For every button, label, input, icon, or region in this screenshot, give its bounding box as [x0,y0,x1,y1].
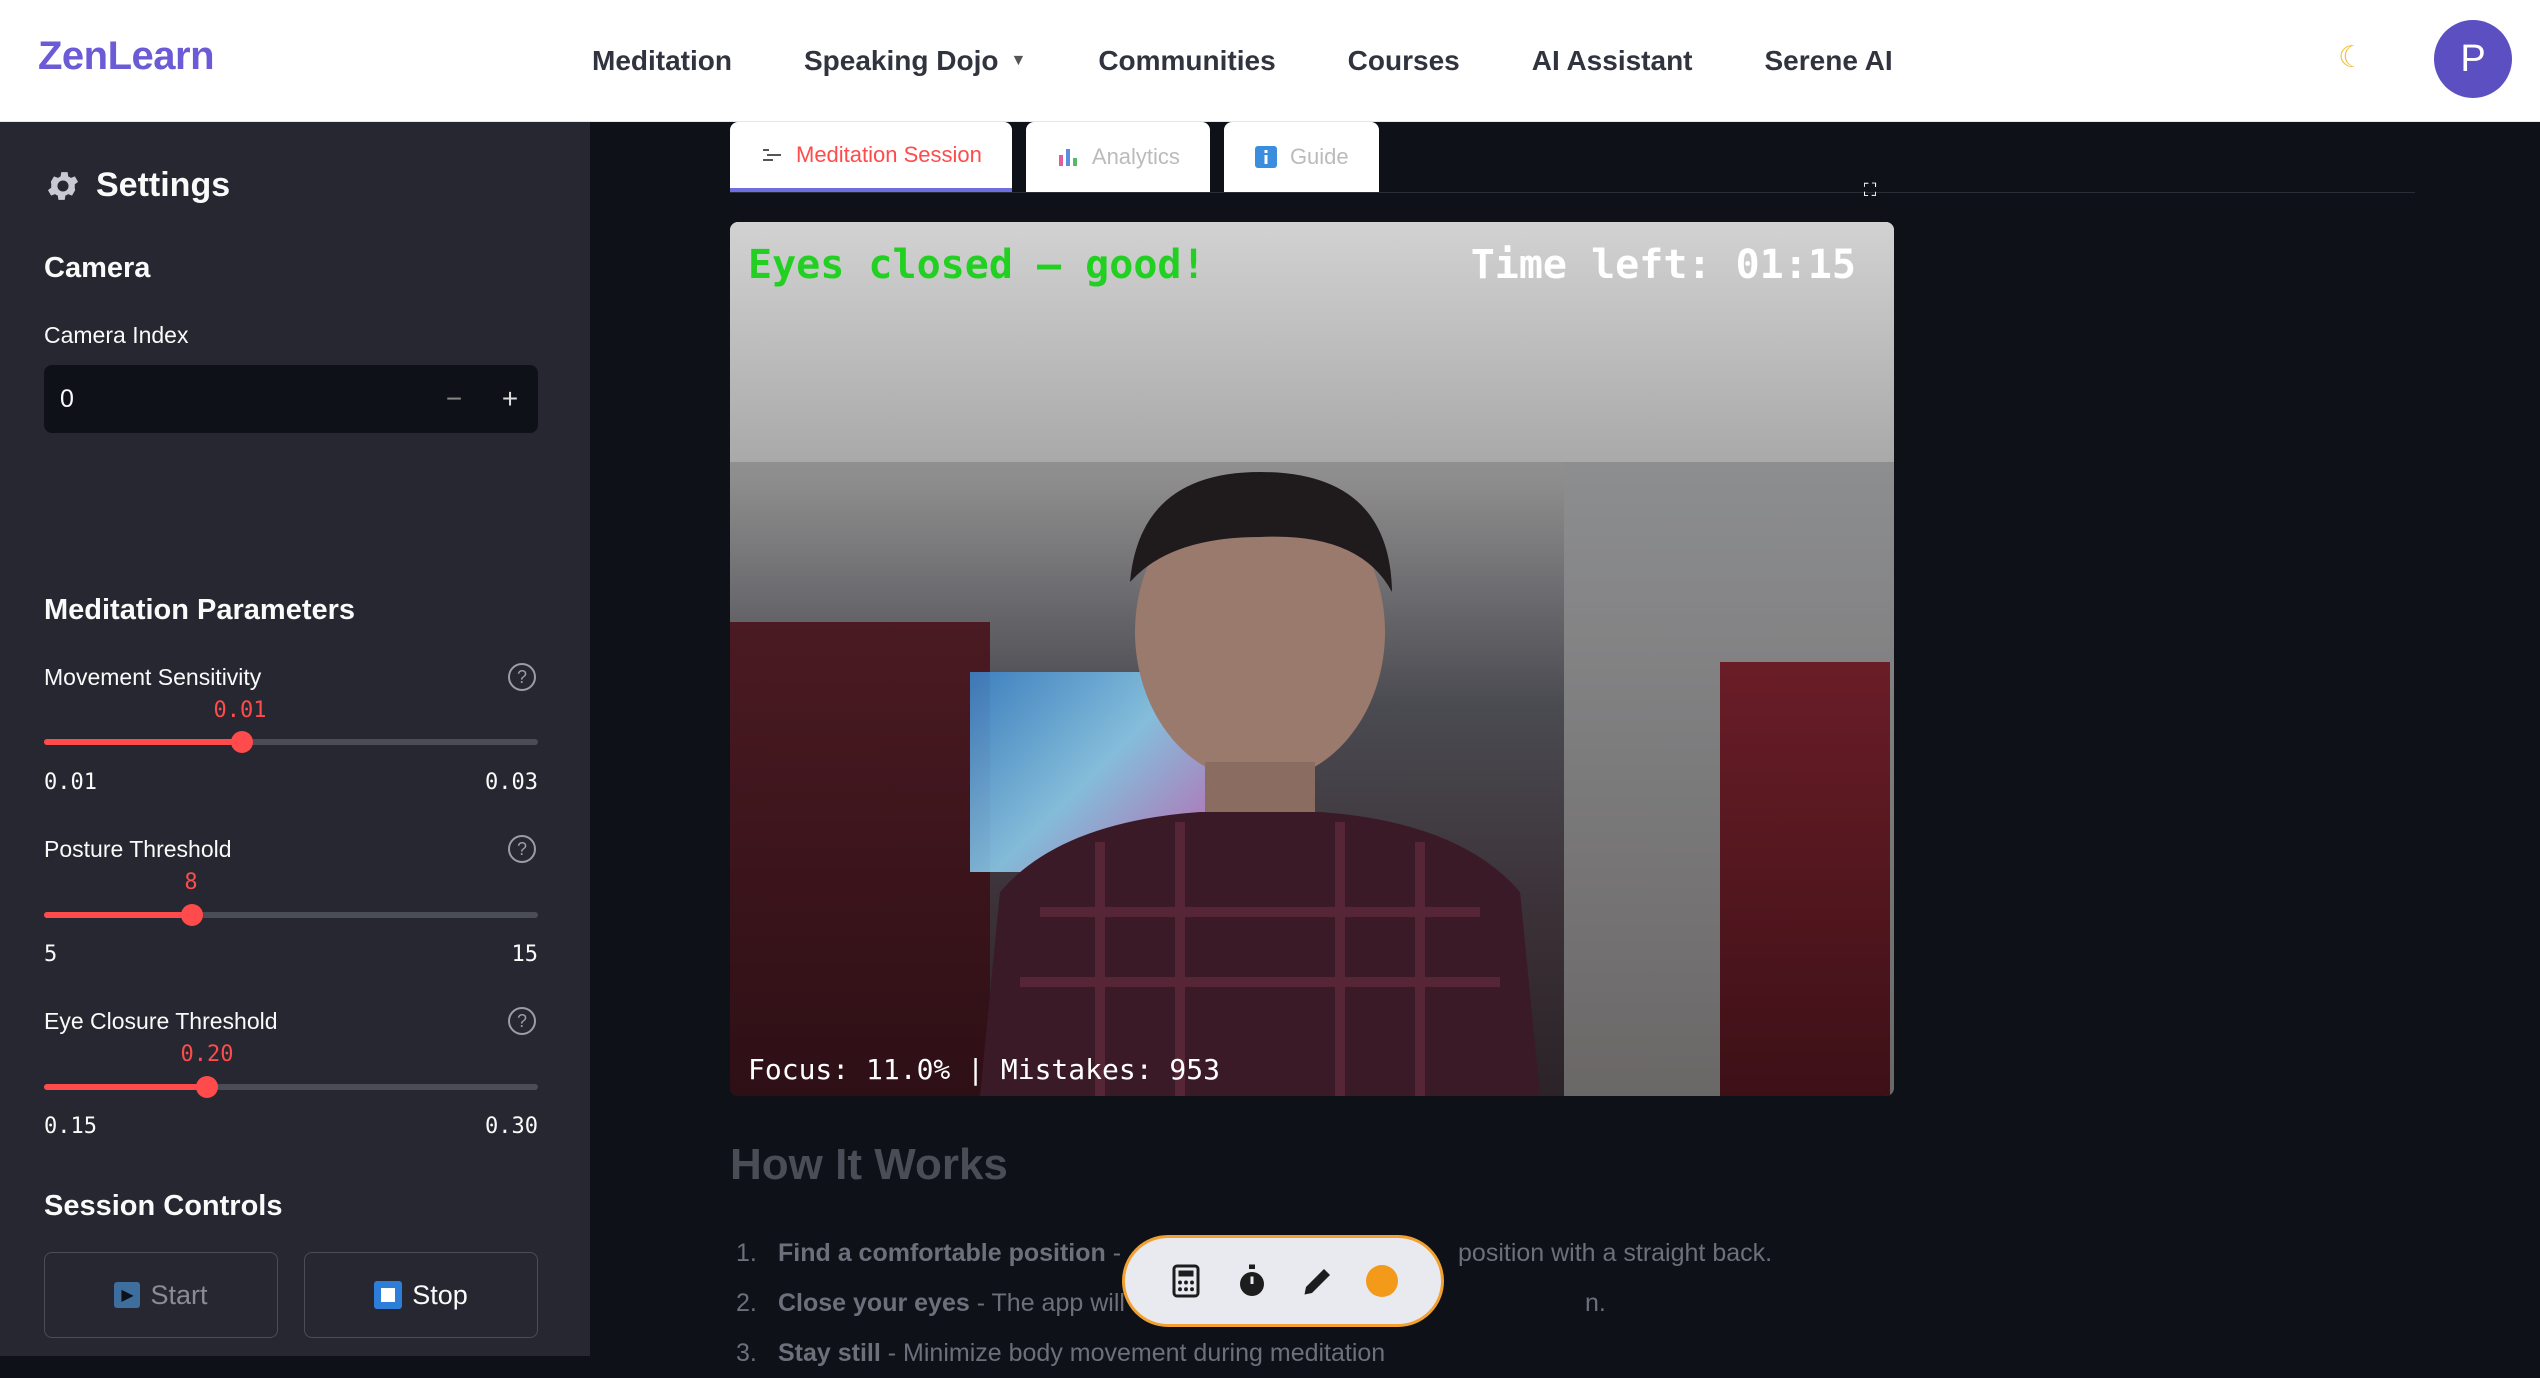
nav-link-serene-ai[interactable]: Serene AI [1765,45,1893,77]
brand-logo[interactable]: ZenLearn [38,34,215,79]
movement-sensitivity-value: 0.01 [213,698,267,723]
increment-button[interactable]: + [482,365,538,433]
meditation-icon [763,149,781,161]
play-icon: ▶ [114,1282,141,1308]
tab-label: Meditation Session [796,142,982,167]
nav-link-communities[interactable]: Communities [1098,45,1275,77]
tab-guide[interactable]: Guide [1223,122,1379,192]
session-controls-heading: Session Controls [44,1190,283,1222]
movement-sensitivity-slider[interactable] [44,731,538,753]
movement-sensitivity-max: 0.03 [485,770,538,795]
stop-button[interactable]: Stop [304,1252,538,1338]
nav-link-meditation[interactable]: Meditation [592,45,732,77]
camera-heading: Camera [44,252,151,284]
time-left-overlay: Time left: 01:15 [1470,242,1856,288]
slider-thumb[interactable] [181,904,204,926]
camera-index-input[interactable]: 0 [44,385,426,414]
slider-thumb[interactable] [196,1076,219,1098]
movement-sensitivity-min: 0.01 [44,770,97,795]
help-icon[interactable]: ? [508,663,536,691]
gear-icon [47,171,79,200]
decrement-button[interactable]: − [426,365,482,433]
camera-feed: Eyes closed — good! Time left: 01:15 Foc… [730,222,1894,1096]
help-icon[interactable]: ? [508,1007,536,1035]
help-icon[interactable]: ? [508,835,536,863]
bar-chart-icon [1058,149,1077,166]
caret-down-icon: ▼ [1010,52,1027,69]
how-it-works-heading: How It Works [730,1140,1008,1189]
stop-icon [374,1281,403,1309]
eye-status-overlay: Eyes closed — good! [748,242,1206,288]
tab-label: Analytics [1091,144,1180,169]
tab-analytics[interactable]: Analytics [1025,122,1210,192]
info-icon [1254,146,1277,168]
posture-threshold-min: 5 [44,942,58,967]
nav-link-ai-assistant[interactable]: AI Assistant [1532,45,1693,77]
pencil-icon[interactable] [1300,1263,1336,1299]
tab-divider [730,192,2415,193]
eye-closure-threshold-min: 0.15 [44,1114,97,1139]
fullscreen-icon[interactable]: ⛶ [1858,178,1882,202]
tab-label: Guide [1289,144,1349,169]
posture-threshold-label: Posture Threshold [44,836,232,862]
focus-stats-overlay: Focus: 11.0% | Mistakes: 953 [748,1053,1221,1086]
start-button[interactable]: ▶ Start [44,1252,278,1338]
meditation-parameters-heading: Meditation Parameters [44,594,356,626]
posture-threshold-max: 15 [511,942,539,967]
sidebar: Settings Camera Camera Index 0 − + Medit… [0,122,590,1356]
settings-title: Settings [96,166,231,204]
nav-links: Meditation Speaking Dojo ▼ Communities Co… [592,0,1965,122]
eye-closure-threshold-max: 0.30 [485,1114,538,1139]
floating-tool-bar [1122,1235,1444,1327]
slider-thumb[interactable] [230,731,253,753]
calculator-icon[interactable] [1168,1263,1204,1299]
stop-label: Stop [412,1279,468,1310]
posture-threshold-slider[interactable] [44,904,538,926]
eye-closure-threshold-slider[interactable] [44,1076,538,1098]
eye-closure-threshold-value: 0.20 [180,1042,234,1067]
camera-index-stepper: 0 − + [44,365,538,433]
record-indicator-icon[interactable] [1366,1265,1398,1297]
moon-icon[interactable]: ☾ [2338,40,2365,75]
stopwatch-icon[interactable] [1234,1263,1270,1299]
nav-link-courses[interactable]: Courses [1348,45,1460,77]
nav-link-speaking-dojo[interactable]: Speaking Dojo ▼ [804,45,1026,77]
camera-index-label: Camera Index [44,322,189,348]
posture-threshold-value: 8 [184,870,198,895]
movement-sensitivity-label: Movement Sensitivity [44,664,262,690]
avatar[interactable]: P [2434,20,2512,98]
person-silhouette [980,472,1540,1096]
eye-closure-threshold-label: Eye Closure Threshold [44,1008,278,1034]
start-label: Start [150,1279,208,1310]
tab-bar: Meditation Session Analytics Guide [730,122,1379,192]
top-navbar: ZenLearn Meditation Speaking Dojo ▼ Commu… [0,0,2540,122]
tab-meditation-session[interactable]: Meditation Session [730,122,1012,192]
settings-heading: Settings [44,166,230,205]
list-item: 3. Stay still - Minimize body movement du… [736,1339,1386,1367]
